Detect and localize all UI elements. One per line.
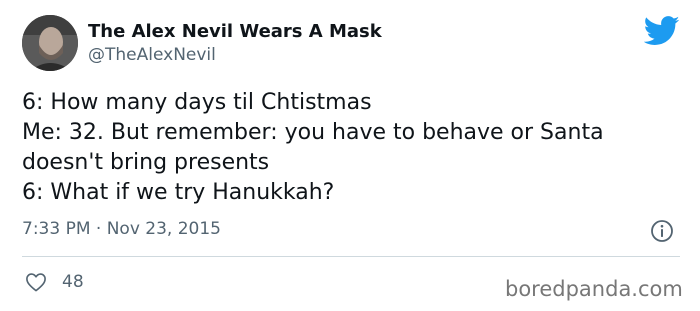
info-icon[interactable] (650, 219, 674, 243)
avatar[interactable] (22, 15, 78, 71)
twitter-bird-icon[interactable] (644, 15, 680, 47)
divider (22, 256, 680, 257)
heart-icon[interactable] (25, 272, 47, 292)
like-count: 48 (62, 272, 84, 292)
tweet-timestamp[interactable]: 7:33 PM · Nov 23, 2015 (22, 219, 221, 239)
tweet-line: doesn't bring presents (22, 150, 270, 175)
tweet-line: 6: How many days til Chtistmas (22, 90, 372, 115)
display-name[interactable]: The Alex Nevil Wears A Mask (88, 21, 382, 42)
watermark: boredpanda.com (505, 277, 683, 301)
tweet-line: 6: What if we try Hanukkah? (22, 180, 335, 205)
user-handle[interactable]: @TheAlexNevil (88, 45, 216, 65)
tweet-text: 6: How many days til Chtistmas Me: 32. B… (22, 88, 682, 208)
tweet-line: Me: 32. But remember: you have to behave… (22, 120, 604, 145)
